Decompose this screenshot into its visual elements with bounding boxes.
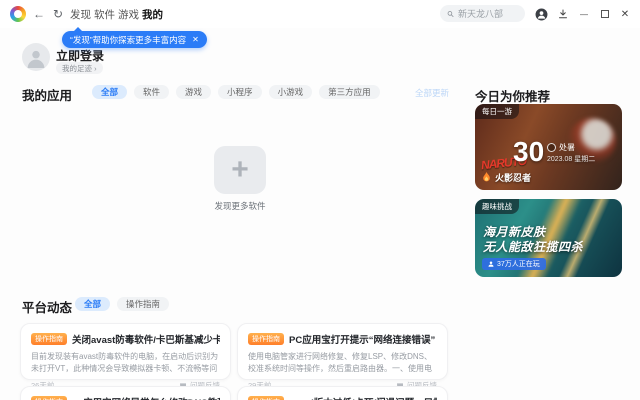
feed-title: 平台动态 — [22, 301, 73, 315]
guide-badge: 操作指南 — [248, 333, 284, 345]
challenge-badge: 趣味挑战 — [475, 199, 519, 214]
app-logo-icon[interactable] — [10, 6, 26, 22]
players-icon — [488, 261, 494, 267]
calendar-date: 2023.08 星期二 — [547, 156, 596, 163]
article-body: 使用电脑管家进行网络修复、修复LSP、修改DNS、校准系统时间等操作，然后重启路… — [248, 352, 433, 374]
article-card[interactable]: 操作指南 pc应用宝网络异常怎么修改DNS教程 — [20, 386, 231, 400]
article-card[interactable]: 操作指南 panel版本过低/卡死/闪退问题，只需要几步即可… — [237, 386, 448, 400]
article-card[interactable]: 操作指南 关闭avast防毒软件/卡巴斯基减少卡顿现象 目前发现装有avast防… — [20, 323, 231, 390]
solar-term-row: 处暑 — [547, 142, 575, 153]
person-icon — [27, 50, 45, 68]
plus-icon: + — [231, 153, 249, 186]
article-title: panel版本过低/卡死/闪退问题，只需要几步即可… — [289, 395, 437, 400]
update-all-link[interactable]: 全部更新 — [415, 87, 449, 99]
refresh-icon[interactable]: ↻ — [50, 0, 66, 28]
challenge-card[interactable]: 趣味挑战 海月新皮肤 无人能敌狂揽四杀 37万人正在玩 — [475, 199, 622, 277]
add-software-tile[interactable]: + — [214, 146, 266, 194]
daily-game-card[interactable]: 每日一游 NARUTO 30 处暑 2023.08 星期二 火影忍者 — [475, 104, 622, 190]
calendar-day: 30 — [513, 136, 545, 167]
avatar[interactable] — [22, 43, 50, 71]
tab-third-party[interactable]: 第三方应用 — [319, 85, 380, 99]
guide-badge: 操作指南 — [248, 396, 284, 400]
flame-icon — [483, 172, 490, 182]
article-body: 目前发现装有avast防毒软件的电脑，在启动后识别为未打开VT，此种情况会导致模… — [31, 352, 219, 374]
feed-tab-guide[interactable]: 操作指南 — [117, 297, 170, 311]
search-box[interactable] — [440, 5, 525, 22]
my-apps-tabs: 全部 软件 游戏 小程序 小游戏 第三方应用 — [92, 85, 380, 99]
tooltip-close-icon[interactable]: ✕ — [192, 35, 199, 44]
tab-software[interactable]: 软件 — [134, 85, 170, 99]
article-card[interactable]: 操作指南 PC应用宝打开提示“网络连接错误” 使用电脑管家进行网络修复、修复LS… — [237, 323, 448, 390]
solar-term-label: 处暑 — [559, 143, 575, 152]
article-title: pc应用宝网络异常怎么修改DNS教程 — [72, 395, 220, 400]
challenge-stat-badge: 37万人正在玩 — [482, 258, 546, 270]
minimize-button[interactable]: — — [574, 0, 594, 28]
close-button[interactable]: ✕ — [615, 0, 635, 28]
article-header: 操作指南 PC应用宝打开提示“网络连接错误” — [248, 332, 437, 346]
guide-badge: 操作指南 — [31, 396, 67, 400]
game-title-row: 火影忍者 — [482, 171, 531, 184]
article-header: 操作指南 panel版本过低/卡死/闪退问题，只需要几步即可… — [248, 395, 437, 400]
tooltip-text: “发现”帮助你探索更多丰富内容 — [70, 34, 187, 45]
article-title: PC应用宝打开提示“网络连接错误” — [289, 335, 436, 346]
game-title: 火影忍者 — [495, 173, 532, 183]
app-window: ← ↻ 发现 软件 游戏 我的 — ✕ — [0, 0, 640, 400]
my-apps-title: 我的应用 — [22, 89, 73, 103]
nav-tab-discover[interactable]: 发现 — [70, 0, 91, 28]
top-bar: ← ↻ 发现 软件 游戏 我的 — ✕ — [0, 0, 640, 28]
maximize-button[interactable] — [595, 0, 615, 28]
search-icon — [447, 10, 454, 17]
maximize-icon — [601, 10, 609, 18]
nav-tab-mine[interactable]: 我的 — [142, 0, 163, 28]
person-circle-icon — [535, 8, 547, 20]
recommend-title: 今日为你推荐 — [475, 90, 551, 104]
footprints-link[interactable]: 我的足迹 › — [56, 62, 103, 74]
download-manager-icon[interactable] — [553, 0, 573, 28]
guide-badge: 操作指南 — [31, 333, 67, 345]
search-input[interactable] — [458, 8, 518, 19]
solar-term-icon — [547, 143, 556, 152]
add-software-label: 发现更多软件 — [214, 201, 266, 211]
tab-mini-games[interactable]: 小游戏 — [268, 85, 313, 99]
feed-tab-all[interactable]: 全部 — [75, 297, 111, 311]
download-icon — [559, 9, 567, 19]
article-header: 操作指南 关闭avast防毒软件/卡巴斯基减少卡顿现象 — [31, 332, 220, 346]
user-account-icon[interactable] — [531, 0, 551, 28]
daily-game-badge: 每日一游 — [475, 104, 519, 119]
challenge-stat-text: 37万人正在玩 — [497, 261, 540, 268]
back-icon[interactable]: ← — [31, 0, 47, 28]
tab-games[interactable]: 游戏 — [176, 85, 212, 99]
feed-tabs: 全部 操作指南 — [75, 297, 170, 311]
article-header: 操作指南 pc应用宝网络异常怎么修改DNS教程 — [31, 395, 220, 400]
article-title: 关闭avast防毒软件/卡巴斯基减少卡顿现象 — [72, 335, 220, 346]
tab-mini-programs[interactable]: 小程序 — [218, 85, 262, 99]
nav-tab-software[interactable]: 软件 — [94, 0, 115, 28]
tab-all[interactable]: 全部 — [92, 85, 128, 99]
discover-tooltip: “发现”帮助你探索更多丰富内容 ✕ — [62, 27, 207, 48]
nav-tab-games[interactable]: 游戏 — [118, 0, 139, 28]
challenge-line2: 无人能敌狂揽四杀 — [483, 240, 584, 254]
